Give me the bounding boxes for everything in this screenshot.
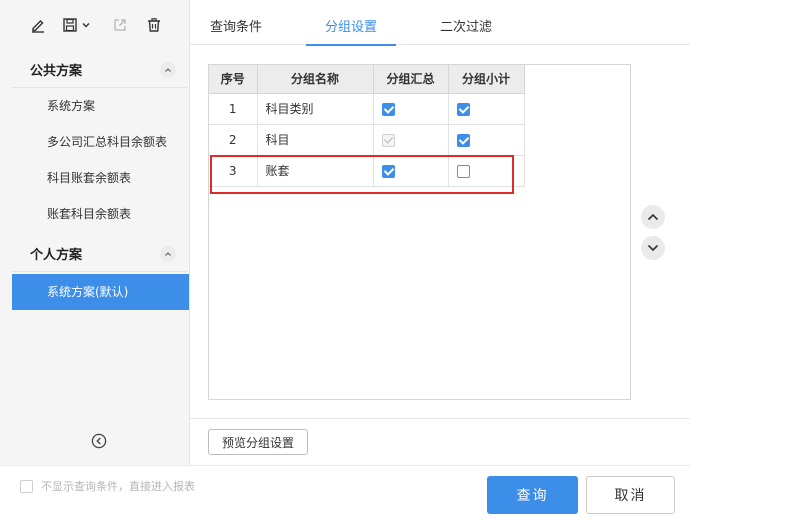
- header-seq: 序号: [209, 65, 258, 94]
- move-down-button[interactable]: [641, 236, 665, 260]
- edit-icon[interactable]: [28, 14, 48, 36]
- personal-scheme-title: 个人方案: [30, 248, 83, 263]
- group-table: 序号 分组名称 分组汇总 分组小计 1 科目类别 2 科目 3 账套: [209, 65, 525, 187]
- tab-secondary-filter[interactable]: 二次过滤: [438, 0, 494, 45]
- personal-scheme-header[interactable]: 个人方案: [12, 236, 188, 272]
- scheme-item-multi-company[interactable]: 多公司汇总科目余额表: [12, 124, 189, 160]
- header-subtotal: 分组小计: [447, 65, 525, 94]
- chevron-up-icon[interactable]: [160, 61, 176, 78]
- scheme-item-account-subject[interactable]: 账套科目余额表: [12, 196, 189, 232]
- save-icon[interactable]: [60, 14, 80, 36]
- row-seq: 2: [209, 123, 258, 156]
- sum-checkbox[interactable]: [381, 164, 395, 178]
- scheme-item-system[interactable]: 系统方案: [12, 88, 189, 124]
- query-button[interactable]: 查询: [487, 476, 578, 514]
- row-name: 科目: [256, 123, 374, 156]
- chevron-up-icon[interactable]: [160, 245, 176, 262]
- chevron-up-icon: [647, 210, 659, 224]
- group-grid: 序号 分组名称 分组汇总 分组小计 1 科目类别 2 科目 3 账套: [208, 64, 631, 400]
- public-scheme-title: 公共方案: [30, 64, 83, 79]
- table-row[interactable]: 3 账套: [209, 154, 525, 187]
- subtotal-checkbox[interactable]: [456, 102, 470, 116]
- sum-checkbox[interactable]: [381, 102, 395, 116]
- header-sum: 分组汇总: [372, 65, 449, 94]
- footer-divider: [0, 465, 690, 466]
- scheme-toolbar: [0, 0, 190, 50]
- sum-checkbox: [381, 133, 395, 147]
- dropdown-caret-icon[interactable]: [80, 14, 92, 36]
- header-name: 分组名称: [256, 65, 374, 94]
- row-seq: 3: [209, 154, 258, 187]
- tab-query-conditions[interactable]: 查询条件: [208, 0, 264, 45]
- preview-group-settings-button[interactable]: 预览分组设置: [208, 429, 308, 455]
- row-name: 科目类别: [256, 92, 374, 125]
- scheme-sidebar: 公共方案 系统方案 多公司汇总科目余额表 科目账套余额表 账套科目余额表 个人方…: [0, 0, 190, 465]
- table-header-row: 序号 分组名称 分组汇总 分组小计: [209, 65, 525, 94]
- export-icon[interactable]: [110, 14, 130, 36]
- delete-icon[interactable]: [144, 14, 164, 36]
- circle-chevron-left-icon[interactable]: [91, 433, 107, 449]
- skip-query-label: 不显示查询条件，直接进入报表: [41, 480, 195, 493]
- settings-tabs: 查询条件 分组设置 二次过滤: [190, 0, 690, 46]
- tab-group-settings[interactable]: 分组设置: [306, 0, 396, 46]
- subtotal-checkbox[interactable]: [456, 133, 470, 147]
- public-scheme-header[interactable]: 公共方案: [12, 52, 188, 88]
- table-row[interactable]: 1 科目类别: [209, 92, 525, 125]
- skip-query-checkbox[interactable]: [20, 479, 33, 493]
- chevron-down-icon: [647, 241, 659, 255]
- row-name: 账套: [256, 154, 374, 187]
- row-seq: 1: [209, 92, 258, 125]
- section-divider: [190, 418, 690, 419]
- move-up-button[interactable]: [641, 205, 665, 229]
- cancel-button[interactable]: 取消: [586, 476, 675, 514]
- subtotal-checkbox[interactable]: [456, 164, 470, 178]
- skip-query-option[interactable]: 不显示查询条件，直接进入报表: [20, 478, 195, 494]
- table-row[interactable]: 2 科目: [209, 123, 525, 156]
- scheme-item-subject-account[interactable]: 科目账套余额表: [12, 160, 189, 196]
- scheme-item-system-default[interactable]: 系统方案(默认): [12, 274, 189, 310]
